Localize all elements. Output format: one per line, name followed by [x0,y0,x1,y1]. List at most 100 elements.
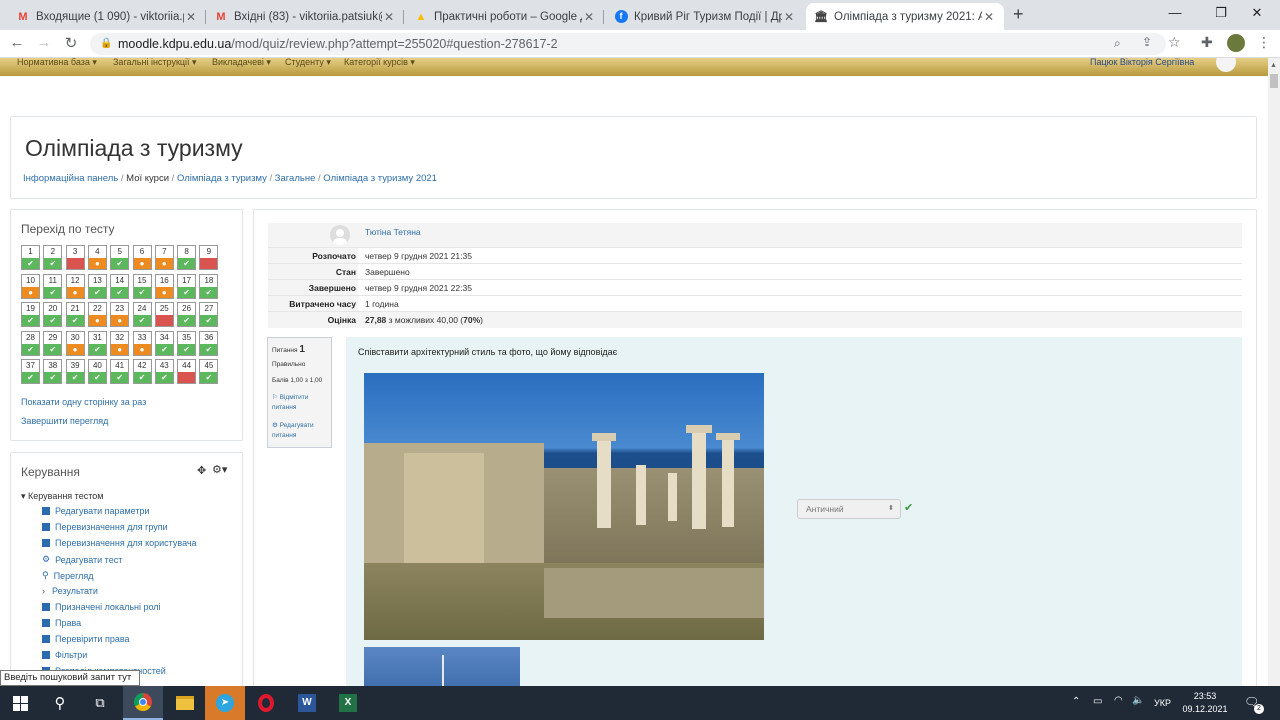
admin-item-5[interactable]: ⚲ Перегляд [42,570,94,581]
quiz-nav-button[interactable]: 26 ✔ [177,302,197,327]
topmenu-item-5[interactable]: Категорії курсів ▾ [344,58,415,67]
tab-close-icon[interactable]: ✕ [582,10,596,24]
user-menu[interactable]: Пацюк Вікторія Сергіївна [1090,58,1194,67]
quiz-nav-button[interactable]: 13 ✔ [87,273,107,299]
quiz-nav-button[interactable]: 42 ✔ [132,359,152,384]
quiz-nav-button[interactable]: 20 ✔ [43,302,63,327]
user-avatar[interactable] [1216,58,1236,72]
quiz-nav-button[interactable]: 11 ✔ [43,273,63,299]
browser-tab-3[interactable]: ▲ Практичні роботи – Google Дис✕ [406,3,604,30]
quiz-nav-button[interactable]: 28 ✔ [21,330,40,356]
quiz-nav-button[interactable]: 12 ● [65,273,85,299]
opera-icon[interactable] [246,686,286,720]
quiz-nav-button[interactable]: 1 ✔ [21,245,40,270]
excel-icon[interactable]: X [328,686,368,720]
quiz-nav-button[interactable]: 45 ✔ [199,359,219,384]
quiz-nav-button[interactable]: 17 ✔ [177,273,197,299]
quiz-nav-button[interactable]: 18 ✔ [199,273,219,299]
quiz-nav-button[interactable]: 8 ✔ [177,245,197,270]
quiz-nav-button[interactable]: 25 [154,302,174,327]
quiz-nav-button[interactable]: 24 ✔ [132,302,152,327]
quiz-nav-button[interactable]: 21 ✔ [65,302,85,327]
back-icon[interactable]: ← [7,34,27,51]
browser-tab-1[interactable]: M Входящие (1 090) - viktoriia.patsi✕ [8,3,206,30]
admin-item-2[interactable]: Перевизначення для групи [42,522,168,532]
quiz-nav-button[interactable]: 22 ● [87,302,107,327]
quiz-nav-button[interactable]: 43 ✔ [154,359,174,384]
quiz-nav-button[interactable]: 3 [65,245,85,270]
tray-chevron-icon[interactable]: ⌃ [1072,696,1080,707]
zoom-icon[interactable]: ⌕ [1114,36,1121,51]
admin-item-7[interactable]: Призначені локальні ролі [42,602,161,612]
start-icon[interactable] [0,686,40,720]
summary-user-link[interactable]: Тютіна Тетяна [365,227,421,237]
quiz-nav-button[interactable]: 4 ● [87,245,107,270]
quiz-nav-button[interactable]: 36 ✔ [199,330,219,356]
breadcrumb-item-4[interactable]: Загальне [275,173,316,184]
quiz-nav-button[interactable]: 40 ✔ [87,359,107,384]
admin-item-8[interactable]: Права [42,618,81,628]
quiz-nav-button[interactable]: 41 ✔ [110,359,130,384]
topmenu-item-3[interactable]: Викладачеві ▾ [212,58,271,67]
quiz-nav-button[interactable]: 15 ✔ [132,273,152,299]
reload-icon[interactable]: ↻ [61,34,81,52]
share-icon[interactable]: ⇪ [1142,35,1152,49]
chrome-taskbar-icon[interactable] [123,686,163,720]
tab-close-icon[interactable]: ✕ [382,10,396,24]
tab-close-icon[interactable]: ✕ [782,10,796,24]
quiz-nav-button[interactable]: 6 ● [132,245,152,270]
forward-icon[interactable]: → [34,34,54,51]
quiz-nav-button[interactable]: 2 ✔ [43,245,63,270]
quiz-nav-button[interactable]: 38 ✔ [43,359,63,384]
task-view-icon[interactable]: ⧉ [80,686,120,720]
telegram-icon[interactable]: ➤ [205,686,245,720]
file-explorer-icon[interactable] [165,686,205,720]
breadcrumb-item-5[interactable]: Олімпіада з туризму 2021 [323,173,437,184]
quiz-nav-button[interactable]: 32 ● [110,330,130,356]
move-icon[interactable]: ✥ [197,464,206,477]
word-icon[interactable]: W [287,686,327,720]
breadcrumb-item-2[interactable]: Мої курси [126,173,169,184]
browser-tab-4[interactable]: f Кривий Ріг Туризм Події | Друзі ✕ [606,3,804,30]
taskbar-search-input[interactable]: Введіть пошуковий запит тут [0,670,140,686]
quiz-nav-button[interactable]: 14 ✔ [110,273,130,299]
new-tab-button[interactable]: + [1013,4,1024,25]
quiz-nav-button[interactable]: 31 ✔ [87,330,107,356]
quiz-nav-button[interactable]: 9 [199,245,219,270]
search-icon[interactable]: ⚲ [40,686,80,720]
quiz-nav-button[interactable]: 5 ✔ [110,245,130,270]
quiz-nav-button[interactable]: 29 ✔ [43,330,63,356]
admin-item-4[interactable]: ⚙ Редагувати тест [42,554,122,565]
finish-review-link[interactable]: Завершити перегляд [21,416,108,426]
quiz-nav-button[interactable]: 44 [177,359,197,384]
battery-icon[interactable]: ▭ [1093,696,1102,707]
quiz-nav-button[interactable]: 10 ● [21,273,40,299]
quiz-nav-button[interactable]: 23 ● [110,302,130,327]
show-one-page-link[interactable]: Показати одну сторінку за раз [21,397,146,407]
quiz-nav-button[interactable]: 7 ● [154,245,174,270]
admin-item-10[interactable]: Фільтри [42,650,87,660]
minimize-button[interactable]: — [1152,0,1198,28]
quiz-nav-button[interactable]: 16 ● [154,273,174,299]
quiz-nav-button[interactable]: 33 ● [132,330,152,356]
gear-icon[interactable]: ⚙▾ [212,463,227,476]
browser-menu-icon[interactable]: ⋮ [1257,34,1271,51]
quiz-nav-button[interactable]: 35 ✔ [177,330,197,356]
wifi-icon[interactable]: ◠ [1114,695,1123,706]
quiz-nav-button[interactable]: 19 ✔ [21,302,40,327]
page-scrollbar[interactable]: ▲ [1268,58,1280,686]
edit-question-link[interactable]: ⚙ Редагувати питання [272,421,330,441]
browser-tab-5[interactable]: 🏛 Олімпіада з туризму 2021: Atte✕ [806,3,1004,30]
clock[interactable]: 23:53 09.12.2021 [1182,690,1228,716]
admin-item-1[interactable]: Редагувати параметри [42,506,150,516]
close-window-button[interactable]: ✕ [1234,0,1280,28]
extensions-icon[interactable]: ✚ [1201,34,1213,51]
topmenu-item-2[interactable]: Загальні інструкції ▾ [113,58,197,67]
address-bar[interactable]: 🔒 moodle.kdpu.edu.ua/mod/quiz/review.php… [90,33,1166,55]
admin-item-6[interactable]: › Результати [42,586,98,596]
volume-icon[interactable]: 🔈 [1132,695,1144,706]
quiz-nav-button[interactable]: 27 ✔ [199,302,219,327]
admin-item-9[interactable]: Перевірити права [42,634,130,644]
browser-tab-2[interactable]: M Вхідні (83) - viktoriia.patsiuk@kc✕ [206,3,404,30]
quiz-nav-button[interactable]: 30 ● [65,330,85,356]
